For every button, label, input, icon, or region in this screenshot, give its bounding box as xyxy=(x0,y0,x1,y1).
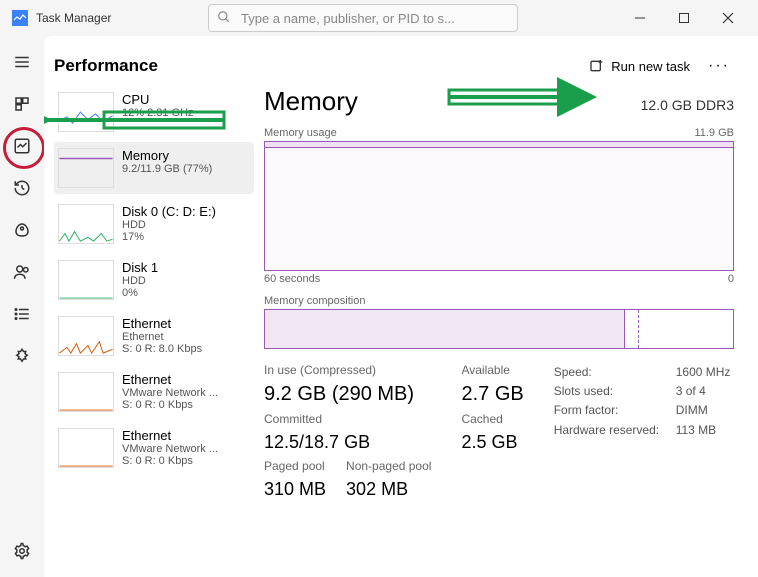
resource-name: Disk 0 (C: D: E:) xyxy=(122,204,216,219)
sparkline xyxy=(58,372,114,412)
sparkline xyxy=(58,92,114,132)
performance-icon[interactable] xyxy=(12,136,32,156)
resource-sub1: 9.2/11.9 GB (77%) xyxy=(122,163,212,175)
nonpaged-value: 302 MB xyxy=(346,479,431,500)
resource-sub1: VMware Network ... xyxy=(122,443,218,455)
resource-name: Ethernet xyxy=(122,372,218,387)
detail-title: Memory xyxy=(264,86,358,117)
resource-sub1: 12% 2.31 GHz xyxy=(122,107,194,119)
resource-list: CPU12% 2.31 GHzMemory9.2/11.9 GB (77%)Di… xyxy=(54,86,254,500)
details-icon[interactable] xyxy=(12,304,32,324)
resource-name: Memory xyxy=(122,148,212,163)
page-title: Performance xyxy=(54,56,158,76)
hw-row: Form factor:DIMM xyxy=(554,401,731,420)
resource-card-memory[interactable]: Memory9.2/11.9 GB (77%) xyxy=(54,142,254,194)
memory-usage-graph xyxy=(264,141,734,271)
resource-card-ethernet[interactable]: EthernetVMware Network ...S: 0 R: 0 Kbps xyxy=(54,422,254,474)
search-icon xyxy=(217,10,231,27)
services-icon[interactable] xyxy=(12,346,32,366)
resource-name: Disk 1 xyxy=(122,260,158,275)
resource-sub1: VMware Network ... xyxy=(122,387,218,399)
inuse-value: 9.2 GB (290 MB) xyxy=(264,383,431,406)
nav-rail xyxy=(0,36,44,577)
startup-icon[interactable] xyxy=(12,220,32,240)
more-button[interactable]: ··· xyxy=(700,57,738,75)
hw-row: Hardware reserved:113 MB xyxy=(554,421,731,440)
resource-card-disk-0-c-d-e-[interactable]: Disk 0 (C: D: E:)HDD17% xyxy=(54,198,254,250)
resource-name: CPU xyxy=(122,92,194,107)
sparkline xyxy=(58,316,114,356)
memory-spec: 12.0 GB DDR3 xyxy=(641,97,734,113)
run-new-task-button[interactable]: Run new task xyxy=(579,54,700,78)
available-value: 2.7 GB xyxy=(461,383,523,406)
cached-value: 2.5 GB xyxy=(461,432,523,453)
window-title: Task Manager xyxy=(36,11,111,25)
resource-sub2: 0% xyxy=(122,287,158,299)
paged-value: 310 MB xyxy=(264,479,326,500)
composition-label: Memory composition xyxy=(264,295,365,307)
resource-card-disk-1[interactable]: Disk 1HDD0% xyxy=(54,254,254,306)
search-placeholder: Type a name, publisher, or PID to s... xyxy=(241,11,455,26)
hw-row: Speed:1600 MHz xyxy=(554,363,731,382)
resource-card-cpu[interactable]: CPU12% 2.31 GHz xyxy=(54,86,254,138)
maximize-button[interactable] xyxy=(662,3,706,33)
minimize-button[interactable] xyxy=(618,3,662,33)
usage-max: 11.9 GB xyxy=(694,127,734,139)
sparkline xyxy=(58,428,114,468)
resource-name: Ethernet xyxy=(122,316,202,331)
memory-composition-graph xyxy=(264,309,734,349)
resource-card-ethernet[interactable]: EthernetEthernetS: 0 R: 8.0 Kbps xyxy=(54,310,254,362)
resource-card-ethernet[interactable]: EthernetVMware Network ...S: 0 R: 0 Kbps xyxy=(54,366,254,418)
hardware-table: Speed:1600 MHzSlots used:3 of 4Form fact… xyxy=(554,363,731,500)
hamburger-icon[interactable] xyxy=(12,52,32,72)
search-input[interactable]: Type a name, publisher, or PID to s... xyxy=(208,4,518,32)
resource-sub2: S: 0 R: 8.0 Kbps xyxy=(122,343,202,355)
close-button[interactable] xyxy=(706,3,750,33)
hw-row: Slots used:3 of 4 xyxy=(554,382,731,401)
resource-sub2: S: 0 R: 0 Kbps xyxy=(122,455,218,467)
resource-sub2: 17% xyxy=(122,231,216,243)
resource-name: Ethernet xyxy=(122,428,218,443)
processes-icon[interactable] xyxy=(12,94,32,114)
settings-icon[interactable] xyxy=(12,541,32,561)
resource-sub1: Ethernet xyxy=(122,331,202,343)
usage-label: Memory usage xyxy=(264,127,337,139)
committed-value: 12.5/18.7 GB xyxy=(264,432,431,453)
sparkline xyxy=(58,260,114,300)
app-icon xyxy=(12,10,28,26)
resource-sub2: S: 0 R: 0 Kbps xyxy=(122,399,218,411)
users-icon[interactable] xyxy=(12,262,32,282)
sparkline xyxy=(58,148,114,188)
sparkline xyxy=(58,204,114,244)
resource-sub1: HDD xyxy=(122,275,158,287)
history-icon[interactable] xyxy=(12,178,32,198)
resource-sub1: HDD xyxy=(122,219,216,231)
